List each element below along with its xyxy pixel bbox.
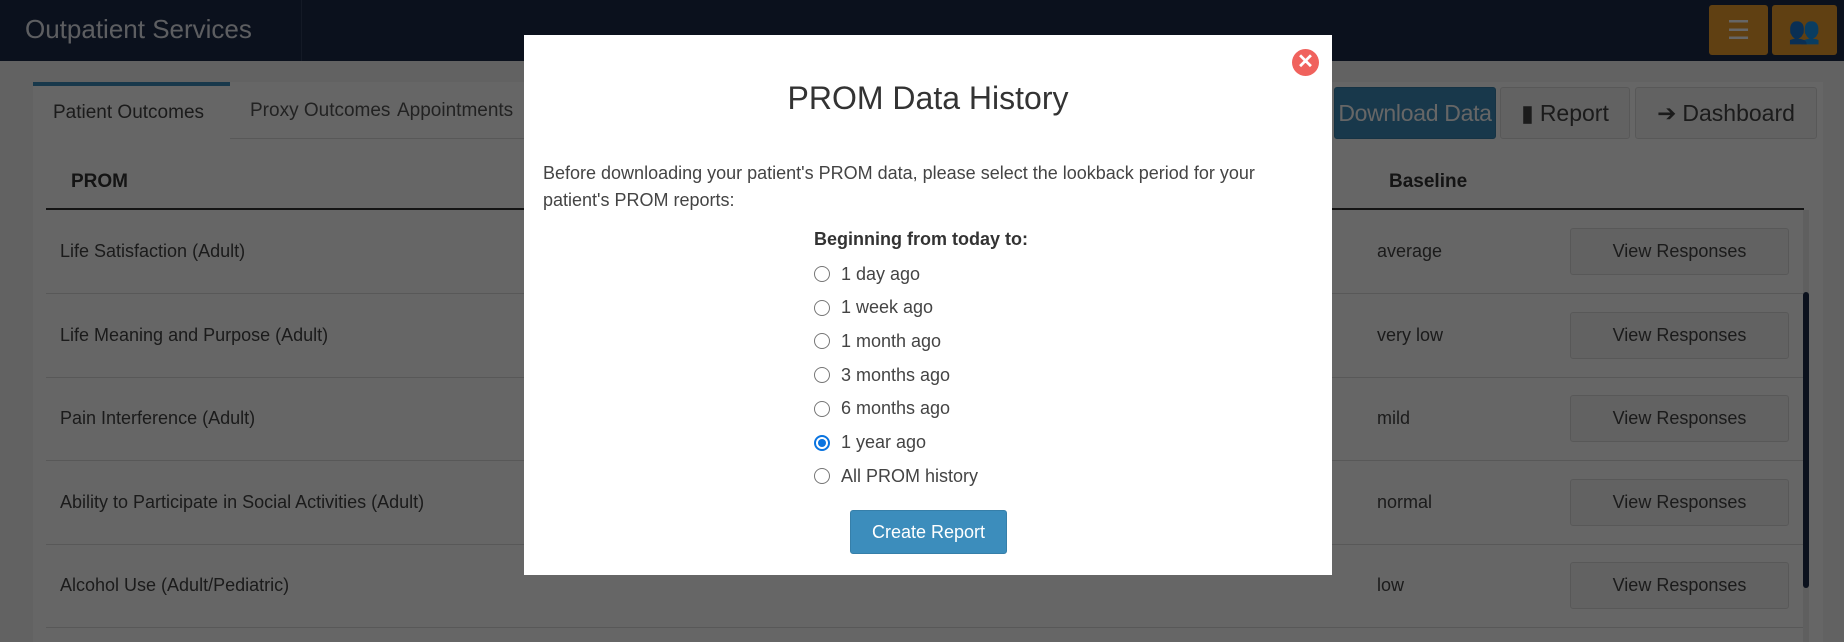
view-responses-button[interactable]: View Responses: [1570, 311, 1789, 359]
baseline-value: average: [1377, 241, 1443, 261]
radio-button[interactable]: [814, 434, 830, 451]
option-label: 1 week ago: [841, 297, 934, 318]
download-data-button[interactable]: Download Data: [1334, 87, 1496, 139]
view-responses-button[interactable]: View Responses: [1570, 562, 1789, 609]
tab-patient-outcomes[interactable]: Patient Outcomes: [33, 82, 230, 139]
report-label: Report: [1539, 99, 1609, 126]
tab-proxy-outcomes[interactable]: Proxy Outcomes: [250, 82, 390, 139]
create-report-button[interactable]: Create Report: [850, 510, 1007, 554]
lookback-option[interactable]: 6 months ago: [814, 397, 950, 421]
modal-title: PROM Data History: [787, 80, 1069, 116]
file-icon: ▮: [1521, 99, 1534, 126]
prom-name: Life Satisfaction (Adult): [60, 241, 246, 261]
header-baseline: Baseline: [1389, 171, 1468, 192]
view-responses-button[interactable]: View Responses: [1570, 395, 1789, 442]
download-label: Download Data: [1338, 99, 1492, 126]
option-label: 3 months ago: [841, 364, 951, 385]
close-icon[interactable]: ✕: [1292, 49, 1319, 76]
list-button[interactable]: ☰: [1709, 5, 1768, 55]
tab-appointments[interactable]: Appointments: [397, 82, 513, 139]
option-label: 6 months ago: [841, 398, 951, 419]
baseline-value: mild: [1377, 408, 1411, 428]
lookback-option[interactable]: 3 months ago: [814, 363, 950, 387]
arrow-right-icon: ➔: [1657, 99, 1677, 126]
radio-button[interactable]: [814, 468, 830, 485]
radio-button[interactable]: [814, 299, 830, 316]
option-label: All PROM history: [841, 465, 979, 486]
list-icon: ☰: [1726, 14, 1751, 45]
tab-divider: [230, 138, 530, 139]
users-button[interactable]: 👥: [1772, 5, 1837, 55]
navbar-divider: [301, 0, 302, 61]
lookback-option[interactable]: 1 month ago: [814, 329, 941, 353]
lookback-label: Beginning from today to:: [814, 229, 1028, 249]
app-title: Outpatient Services: [25, 14, 252, 44]
prom-name: Ability to Participate in Social Activit…: [60, 491, 425, 512]
modal-description: Before downloading your patient's PROM d…: [543, 163, 1255, 210]
radio-button[interactable]: [814, 400, 830, 417]
lookback-option[interactable]: 1 week ago: [814, 296, 933, 320]
baseline-value: normal: [1377, 491, 1433, 512]
prom-name: Life Meaning and Purpose (Adult): [60, 324, 329, 345]
option-label: 1 month ago: [841, 330, 942, 351]
option-label: 1 day ago: [841, 263, 921, 284]
radio-button[interactable]: [814, 333, 830, 350]
scrollbar-thumb[interactable]: [1803, 292, 1809, 588]
baseline-value: low: [1377, 575, 1405, 595]
lookback-option[interactable]: 1 year ago: [814, 431, 926, 455]
view-responses-button[interactable]: View Responses: [1570, 228, 1789, 275]
radio-button[interactable]: [814, 266, 830, 282]
view-responses-button[interactable]: View Responses: [1570, 478, 1789, 526]
report-button[interactable]: ▮ Report: [1500, 87, 1630, 139]
lookback-option[interactable]: All PROM history: [814, 464, 978, 488]
radio-button[interactable]: [814, 367, 830, 384]
option-label: 1 year ago: [841, 432, 927, 452]
prom-name: Alcohol Use (Adult/Pediatric): [60, 575, 290, 595]
dashboard-button[interactable]: ➔ Dashboard: [1635, 87, 1817, 139]
dashboard-label: Dashboard: [1682, 99, 1795, 126]
header-prom: PROM: [71, 171, 128, 192]
lookback-option[interactable]: 1 day ago: [814, 262, 920, 286]
users-icon: 👥: [1788, 14, 1821, 45]
prom-name: Pain Interference (Adult): [60, 408, 256, 428]
baseline-value: very low: [1377, 324, 1444, 345]
